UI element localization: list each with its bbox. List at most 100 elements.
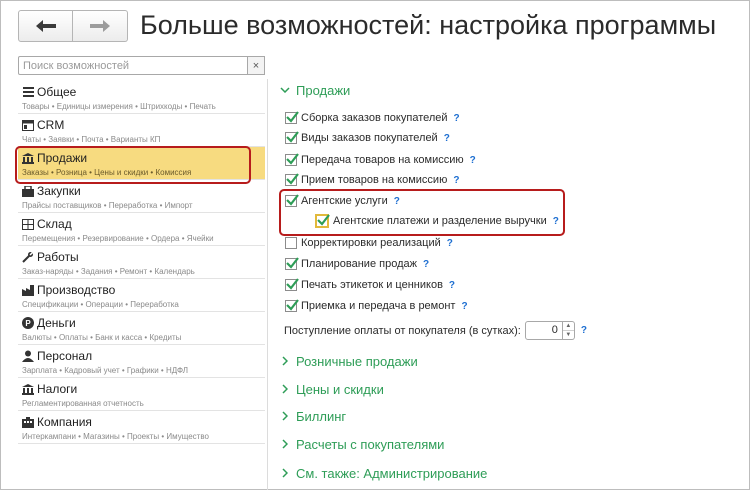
option-realization-corrections[interactable]: Корректировки реализаций ? bbox=[285, 236, 453, 250]
option-label: Печать этикеток и ценников bbox=[301, 279, 443, 291]
group-label: Биллинг bbox=[296, 408, 347, 424]
list-icon bbox=[22, 86, 34, 98]
help-icon[interactable]: ? bbox=[447, 238, 453, 249]
option-commission-receipt[interactable]: Прием товаров на комиссию ? bbox=[285, 173, 459, 187]
sidebar-item-general[interactable]: Общее Товары • Единицы измерения • Штрих… bbox=[18, 81, 265, 114]
sidebar: Общее Товары • Единицы измерения • Штрих… bbox=[18, 81, 265, 444]
stepper-down-icon[interactable]: ▼ bbox=[563, 331, 574, 339]
sidebar-item-label: Работы bbox=[37, 250, 79, 264]
group-customer-settlements[interactable]: Расчеты с покупателями bbox=[279, 435, 444, 453]
help-icon[interactable]: ? bbox=[423, 259, 429, 270]
payment-days-label: Поступление оплаты от покупателя (в сутк… bbox=[284, 324, 521, 337]
warehouse-icon bbox=[22, 218, 34, 230]
sidebar-item-label: CRM bbox=[37, 118, 65, 132]
sidebar-item-purchases[interactable]: Закупки Прайсы поставщиков • Переработка… bbox=[18, 180, 265, 213]
page-title: Больше возможностей: настройка программы bbox=[140, 10, 717, 40]
group-retail[interactable]: Розничные продажи bbox=[279, 352, 418, 370]
group-label: Цены и скидки bbox=[296, 381, 384, 397]
option-label: Передача товаров на комиссию bbox=[301, 154, 464, 166]
sidebar-item-production[interactable]: Производство Спецификации • Операции • П… bbox=[18, 279, 265, 312]
panel-divider bbox=[267, 79, 268, 490]
checkbox[interactable] bbox=[285, 111, 299, 124]
company-icon bbox=[22, 416, 34, 428]
group-sales-header[interactable]: Продажи bbox=[279, 81, 350, 99]
option-label: Планирование продаж bbox=[301, 258, 417, 270]
help-icon[interactable]: ? bbox=[581, 325, 587, 336]
sidebar-item-label: Деньги bbox=[37, 316, 76, 330]
option-sales-planning[interactable]: Планирование продаж ? bbox=[285, 257, 429, 271]
chevron-right-icon bbox=[279, 383, 291, 395]
search-input[interactable] bbox=[18, 56, 248, 75]
group-label: Расчеты с покупателями bbox=[296, 436, 445, 452]
sidebar-item-crm[interactable]: CRM Чаты • Заявки • Почта • Варианты КП bbox=[18, 114, 265, 147]
sidebar-item-sub: Чаты • Заявки • Почта • Варианты КП bbox=[22, 135, 161, 144]
search-clear-button[interactable]: × bbox=[248, 56, 265, 75]
sidebar-item-sub: Спецификации • Операции • Переработка bbox=[22, 300, 179, 309]
sidebar-item-staff[interactable]: Персонал Зарплата • Кадровый учет • Граф… bbox=[18, 345, 265, 378]
help-icon[interactable]: ? bbox=[453, 175, 459, 186]
sidebar-item-sub: Интеркампани • Магазины • Проекты • Имущ… bbox=[22, 432, 209, 441]
checkbox[interactable] bbox=[285, 278, 299, 291]
staff-icon bbox=[22, 350, 34, 362]
sidebar-item-label: Общее bbox=[37, 85, 77, 99]
sidebar-item-warehouse[interactable]: Склад Перемещения • Резервирование • Орд… bbox=[18, 213, 265, 246]
payment-days-value[interactable]: 0 bbox=[524, 321, 563, 340]
option-label: Виды заказов покупателей bbox=[301, 132, 438, 144]
chevron-right-icon bbox=[279, 410, 291, 422]
sidebar-item-sub: Перемещения • Резервирование • Ордера • … bbox=[22, 234, 214, 243]
checkbox[interactable] bbox=[285, 173, 299, 186]
option-label-printing[interactable]: Печать этикеток и ценников ? bbox=[285, 278, 455, 292]
sales-highlight-frame bbox=[15, 146, 251, 184]
sidebar-item-works[interactable]: Работы Заказ-наряды • Задания • Ремонт •… bbox=[18, 246, 265, 279]
checkbox[interactable] bbox=[285, 299, 299, 312]
payment-days-field: Поступление оплаты от покупателя (в сутк… bbox=[284, 321, 587, 340]
sidebar-item-sub: Заказ-наряды • Задания • Ремонт • Календ… bbox=[22, 267, 195, 276]
group-title: Продажи bbox=[296, 82, 351, 98]
group-billing[interactable]: Биллинг bbox=[279, 407, 346, 425]
arrow-right-icon bbox=[89, 19, 111, 33]
help-icon[interactable]: ? bbox=[461, 301, 467, 312]
back-button[interactable] bbox=[18, 10, 73, 42]
option-label: Корректировки реализаций bbox=[301, 237, 441, 249]
sidebar-item-sub: Товары • Единицы измерения • Штрихкоды •… bbox=[22, 102, 216, 111]
sidebar-item-taxes[interactable]: Налоги Регламентированная отчетность bbox=[18, 378, 265, 411]
option-order-assembly[interactable]: Сборка заказов покупателей ? bbox=[285, 111, 460, 125]
option-order-types[interactable]: Виды заказов покупателей ? bbox=[285, 131, 450, 145]
option-label: Сборка заказов покупателей bbox=[301, 112, 448, 124]
sidebar-item-sub: Регламентированная отчетность bbox=[22, 399, 144, 408]
group-prices[interactable]: Цены и скидки bbox=[279, 380, 384, 398]
sidebar-item-label: Закупки bbox=[37, 184, 81, 198]
option-label: Прием товаров на комиссию bbox=[301, 174, 448, 186]
checkbox[interactable] bbox=[285, 237, 297, 249]
sidebar-item-company[interactable]: Компания Интеркампани • Магазины • Проек… bbox=[18, 411, 265, 444]
stepper-up-icon[interactable]: ▲ bbox=[562, 322, 574, 331]
crm-icon bbox=[22, 119, 34, 131]
group-see-also-admin[interactable]: См. также: Администрирование bbox=[279, 464, 487, 482]
help-icon[interactable]: ? bbox=[454, 113, 460, 124]
sidebar-item-sub: Зарплата • Кадровый учет • Графики • НДФ… bbox=[22, 366, 189, 375]
option-commission-transfer[interactable]: Передача товаров на комиссию ? bbox=[285, 153, 476, 167]
search-box: × bbox=[18, 56, 265, 75]
group-label: См. также: Администрирование bbox=[296, 465, 488, 481]
sidebar-item-label: Компания bbox=[37, 415, 92, 429]
checkbox[interactable] bbox=[285, 131, 299, 144]
money-icon: P bbox=[22, 317, 34, 329]
group-label: Розничные продажи bbox=[296, 353, 418, 369]
help-icon[interactable]: ? bbox=[449, 280, 455, 291]
option-repair-intake[interactable]: Приемка и передача в ремонт ? bbox=[285, 299, 468, 313]
sidebar-item-label: Производство bbox=[37, 283, 116, 297]
tools-icon bbox=[22, 251, 34, 263]
help-icon[interactable]: ? bbox=[470, 155, 476, 166]
forward-button[interactable] bbox=[73, 10, 128, 42]
sidebar-item-sub: Валюты • Оплаты • Банк и касса • Кредиты bbox=[22, 333, 182, 342]
checkbox[interactable] bbox=[285, 153, 299, 166]
payment-days-stepper[interactable]: 0 ▲ ▼ bbox=[524, 321, 575, 340]
sidebar-item-money[interactable]: P Деньги Валюты • Оплаты • Банк и касса … bbox=[18, 312, 265, 345]
sidebar-item-label: Налоги bbox=[37, 382, 78, 396]
nav-buttons bbox=[18, 10, 128, 42]
help-icon[interactable]: ? bbox=[444, 133, 450, 144]
checkbox[interactable] bbox=[285, 257, 299, 270]
chevron-right-icon bbox=[279, 467, 291, 479]
chevron-down-icon bbox=[279, 84, 291, 96]
stepper-buttons[interactable]: ▲ ▼ bbox=[562, 321, 575, 340]
